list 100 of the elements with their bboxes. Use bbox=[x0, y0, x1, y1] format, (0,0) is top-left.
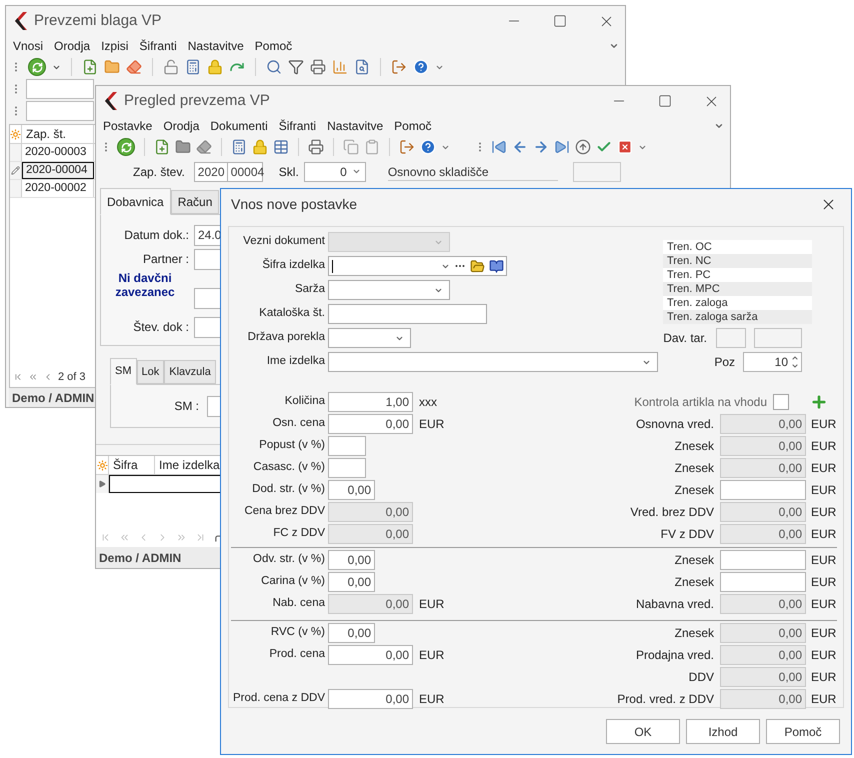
eraser-icon[interactable] bbox=[196, 139, 212, 155]
calculator-icon[interactable] bbox=[231, 139, 247, 155]
menu-item[interactable]: Vnosi bbox=[13, 37, 44, 55]
tab[interactable]: Lok bbox=[136, 360, 164, 384]
first-record-icon[interactable] bbox=[491, 139, 507, 155]
field-label: FC z DDV bbox=[272, 526, 325, 542]
row-header[interactable] bbox=[10, 162, 22, 179]
input-field[interactable] bbox=[754, 328, 802, 348]
column-header[interactable]: Šifra bbox=[109, 456, 155, 474]
folder-icon[interactable] bbox=[175, 139, 191, 155]
spin-field[interactable]: 10 bbox=[743, 352, 802, 372]
input-field[interactable] bbox=[328, 304, 487, 324]
document-search-icon[interactable] bbox=[354, 59, 370, 75]
new-document-icon[interactable] bbox=[82, 59, 98, 75]
input-field[interactable] bbox=[328, 436, 366, 456]
menu-item[interactable]: Nastavitve bbox=[327, 117, 384, 135]
input-field[interactable] bbox=[572, 162, 621, 182]
new-document-icon[interactable] bbox=[154, 139, 170, 155]
book-icon[interactable] bbox=[489, 258, 504, 274]
column-header[interactable]: Zap. št. bbox=[22, 125, 94, 143]
tab[interactable]: Klavzula bbox=[164, 360, 216, 384]
first-page-icon[interactable] bbox=[13, 372, 23, 382]
number-field[interactable]: 00004 bbox=[226, 162, 263, 182]
lock-icon[interactable] bbox=[252, 139, 268, 155]
spin-down-icon[interactable] bbox=[791, 362, 799, 370]
eraser-icon[interactable] bbox=[126, 59, 142, 75]
unit-label: EUR bbox=[811, 526, 837, 543]
input-field[interactable] bbox=[26, 101, 94, 121]
search-icon[interactable] bbox=[266, 59, 282, 75]
previous-page-icon[interactable] bbox=[28, 372, 38, 382]
input-field[interactable]: 0,00 bbox=[328, 480, 375, 500]
bar-chart-icon[interactable] bbox=[332, 59, 348, 75]
input-field[interactable]: 0,00 bbox=[328, 689, 413, 709]
folder-icon[interactable] bbox=[104, 59, 120, 75]
dropdown[interactable] bbox=[328, 352, 658, 372]
input-field[interactable]: 1,00 bbox=[328, 392, 413, 412]
input-field[interactable] bbox=[720, 550, 806, 570]
lookup-field[interactable] bbox=[328, 256, 507, 276]
checkbox[interactable] bbox=[773, 394, 789, 410]
input-field[interactable] bbox=[720, 480, 806, 500]
eject-icon[interactable] bbox=[575, 139, 591, 155]
refresh-icon[interactable] bbox=[28, 58, 46, 76]
plus-icon[interactable] bbox=[810, 393, 828, 411]
lock-icon[interactable] bbox=[207, 59, 223, 75]
spin-up-icon[interactable] bbox=[791, 354, 799, 362]
list-item: Tren. OC bbox=[666, 240, 713, 254]
refresh-icon[interactable] bbox=[117, 138, 135, 156]
dialog-button[interactable]: OK bbox=[606, 719, 680, 744]
clipboard-icon[interactable] bbox=[364, 139, 380, 155]
help-icon[interactable] bbox=[420, 139, 436, 155]
copy-icon[interactable] bbox=[343, 139, 359, 155]
menu-item[interactable]: Orodja bbox=[163, 117, 200, 135]
input-field[interactable] bbox=[328, 458, 366, 478]
menu-item[interactable]: Dokumenti bbox=[210, 117, 268, 135]
table-cell[interactable]: 2020-00003 bbox=[22, 144, 94, 161]
input-field[interactable] bbox=[716, 328, 746, 348]
dialog-button[interactable]: Pomoč bbox=[766, 719, 840, 744]
maximize-icon[interactable] bbox=[658, 94, 672, 108]
unlock-icon[interactable] bbox=[163, 59, 179, 75]
dialog-button[interactable]: Izhod bbox=[686, 719, 760, 744]
menu-item[interactable]: Šifranti bbox=[139, 37, 177, 55]
table-cell[interactable]: 2020-00004 bbox=[22, 162, 94, 179]
menu-item[interactable]: Šifranti bbox=[278, 117, 316, 135]
overflow-caret-icon[interactable] bbox=[714, 121, 724, 131]
exit-icon[interactable] bbox=[391, 59, 407, 75]
tab[interactable]: SM bbox=[110, 358, 136, 385]
printer-icon[interactable] bbox=[310, 59, 326, 75]
input-field[interactable]: 0,00 bbox=[328, 572, 375, 592]
filter-icon[interactable] bbox=[288, 59, 304, 75]
input-field[interactable]: 0,00 bbox=[328, 645, 413, 665]
exit-icon[interactable] bbox=[399, 139, 415, 155]
year-field[interactable]: 2020 bbox=[194, 162, 229, 182]
input-field[interactable]: 0,00 bbox=[328, 623, 375, 643]
input-field[interactable]: 0,00 bbox=[328, 414, 413, 434]
maximize-icon[interactable] bbox=[553, 14, 567, 28]
tab[interactable]: Račun bbox=[170, 190, 220, 214]
cancel-icon[interactable] bbox=[617, 139, 633, 155]
input-field[interactable] bbox=[720, 572, 806, 592]
table-icon[interactable] bbox=[273, 139, 289, 155]
printer-icon[interactable] bbox=[308, 139, 324, 155]
input-field[interactable] bbox=[26, 79, 94, 99]
folder-icon[interactable] bbox=[470, 258, 485, 274]
calculator-icon[interactable] bbox=[185, 59, 201, 75]
table-cell[interactable]: 2020-00002 bbox=[22, 180, 94, 197]
caret-icon[interactable] bbox=[352, 167, 361, 176]
menu-item[interactable]: Pomoč bbox=[254, 37, 292, 55]
help-icon[interactable] bbox=[413, 59, 429, 75]
menu-item[interactable]: Postavke bbox=[103, 117, 152, 135]
warehouse-dropdown[interactable]: 0 bbox=[304, 162, 366, 182]
menu-item[interactable]: Izpisi bbox=[101, 37, 128, 55]
last-record-icon[interactable] bbox=[554, 139, 570, 155]
dropdown[interactable] bbox=[328, 328, 411, 348]
menu-item[interactable]: Orodja bbox=[54, 37, 90, 55]
menu-item[interactable]: Nastavitve bbox=[188, 37, 244, 55]
tab[interactable]: Dobavnica bbox=[100, 188, 171, 215]
menu-item[interactable]: Pomoč bbox=[394, 117, 432, 135]
overflow-caret-icon[interactable] bbox=[609, 41, 619, 51]
input-field[interactable]: 0,00 bbox=[328, 550, 375, 570]
dropdown[interactable] bbox=[328, 280, 450, 300]
field-label: Casasc. (v %) bbox=[252, 460, 325, 476]
